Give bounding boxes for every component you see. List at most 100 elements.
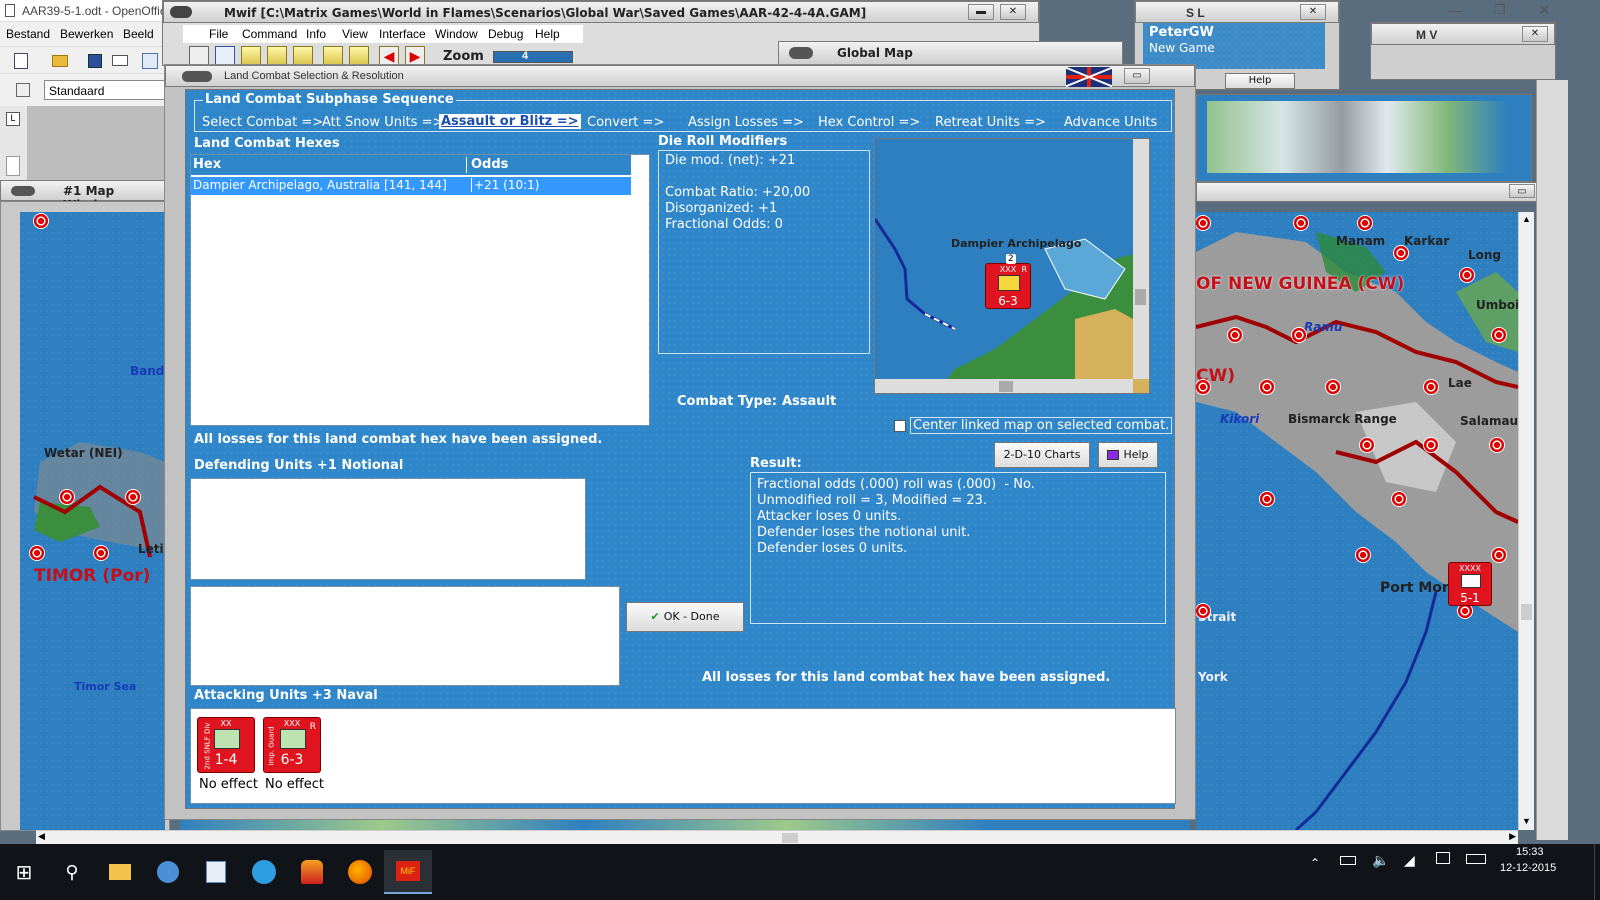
mwif-close-button[interactable]: ✕ [1000,4,1026,20]
menu-file[interactable]: File [209,27,228,41]
desktop-close-icon[interactable]: ✕ [1538,1,1551,19]
player-name: PeterGW [1149,25,1214,40]
table-row[interactable]: Dampier Archipelago, Australia [141, 144… [191,177,631,195]
menu-bewerken[interactable]: Bewerken [60,27,113,41]
hscroll-thumb[interactable] [782,833,798,843]
game-fire-icon[interactable] [288,850,336,894]
column-hex[interactable]: Hex [193,157,467,173]
clock-date[interactable]: 12-12-2015 [1500,862,1556,874]
paragraph-style-select[interactable]: Standaard [44,80,168,100]
step-assign-losses[interactable]: Assign Losses => [688,115,804,130]
wifi-icon[interactable]: ◢ [1404,852,1415,869]
mail-icon[interactable] [112,55,128,66]
open-folder-icon[interactable] [52,55,68,67]
desktop-restore-icon[interactable]: ❐ [1494,2,1506,18]
network-app-icon[interactable] [144,850,192,894]
desktop-minimize-icon[interactable]: — [1448,2,1462,18]
minimap-vscroll[interactable] [1133,139,1149,379]
menu-interface[interactable]: Interface [379,27,426,41]
attacker-2-flag: R [309,722,316,732]
step-select-combat[interactable]: Select Combat => [202,115,323,130]
menu-info[interactable]: Info [306,27,326,41]
losses-message: All losses for this land combat hex have… [194,432,603,447]
start-windows-icon[interactable]: ⊞ [0,850,48,894]
battery-icon[interactable] [1340,856,1356,865]
volume-icon[interactable]: 🔈 [1372,852,1389,869]
menu-window[interactable]: Window [435,27,478,41]
toolbar-circle-icon[interactable] [241,46,261,66]
firefox-icon[interactable] [336,850,384,894]
menu-command[interactable]: Command [242,27,297,41]
marine-symbol-icon [214,729,240,749]
mwif-minimize-button[interactable]: ▬ [968,4,994,20]
step-advance-units[interactable]: Advance Units [1064,115,1157,130]
step-convert[interactable]: Convert => [587,115,664,130]
overview-land [1207,101,1507,173]
column-odds[interactable]: Odds [471,157,508,172]
show-hidden-icons[interactable]: ⌃ [1310,856,1320,870]
sl-help-button[interactable]: Help [1225,73,1295,89]
notifications-icon[interactable] [1436,852,1450,864]
minimap-scroll-thumb[interactable] [1135,289,1146,305]
minimap-hscroll[interactable] [875,379,1133,393]
toolbar-grid-icon[interactable] [267,46,287,66]
global-map-titlebar[interactable]: Global Map [778,41,1123,65]
right-map-restore-button[interactable]: ▭ [1509,184,1535,198]
toolbar-page-icon[interactable] [293,46,313,66]
attacker-unit-1[interactable]: XX 2nd SNLF Div 1-4 [197,717,255,773]
horizontal-scrollbar[interactable]: ◀ ▶ [36,830,1518,844]
scroll-up-icon[interactable]: ▲ [1522,214,1531,224]
scroll-left-icon[interactable]: ◀ [38,831,45,842]
toolbar-bulb-icon[interactable] [323,46,343,66]
step-hex-control[interactable]: Hex Control => [818,115,920,130]
openoffice-writer-icon[interactable] [192,850,240,894]
map-label-band: Band [130,364,165,378]
scroll-right-icon[interactable]: ▶ [1509,831,1516,842]
minimap-hscroll-thumb[interactable] [999,381,1013,392]
help-button[interactable]: Help [1098,442,1158,468]
right-map-view[interactable]: Manam Karkar Long OF NEW GUINEA (CW) Umb… [1196,212,1526,830]
menu-beeld[interactable]: Beeld [123,27,154,41]
toolbar-arrow-left-icon[interactable]: ◀ [379,46,399,66]
clock-time[interactable]: 15:33 [1516,846,1544,858]
new-document-icon[interactable] [14,53,28,69]
tab-stop-selector[interactable]: L [6,112,20,126]
menu-help[interactable]: Help [535,27,560,41]
center-map-label[interactable]: Center linked map on selected combat. [910,417,1173,434]
dialog-restore-button[interactable]: ▭ [1124,68,1150,84]
search-icon[interactable]: ⚲ [48,850,96,894]
menu-view[interactable]: View [342,27,368,41]
ok-done-button[interactable]: ✔ OK - Done [626,602,744,632]
step-retreat-units[interactable]: Retreat Units => [935,115,1046,130]
attacker-unit-2[interactable]: XXX R Imp. Guard 6-3 [263,717,321,773]
file-explorer-icon[interactable] [96,850,144,894]
styles-icon[interactable] [16,83,30,97]
keyboard-icon[interactable] [1466,854,1486,864]
scroll-thumb[interactable] [1521,604,1532,620]
browser-bird-icon[interactable] [240,850,288,894]
show-desktop-button[interactable] [1594,844,1600,900]
center-map-checkbox[interactable] [894,420,906,432]
toolbar-text-icon[interactable] [215,46,235,66]
zoom-slider[interactable]: 4 [493,50,573,63]
edit-mode-icon[interactable] [142,53,158,69]
combat-minimap[interactable]: Dampier Archipelago XXX R 2 6-3 [874,138,1150,394]
menu-debug[interactable]: Debug [488,27,523,41]
map-label-wetar: Wetar (NEI) [44,446,123,460]
left-map-view[interactable]: Band Wetar (NEI) Leti TIMOR (Por) Timor … [20,212,165,830]
sl-close-button[interactable]: ✕ [1300,4,1326,20]
toolbar-plane-icon[interactable] [189,46,209,66]
right-map-vscroll[interactable]: ▲ ▼ [1518,212,1534,830]
step-assault-or-blitz[interactable]: Assault or Blitz => [439,114,581,129]
charts-button[interactable]: 2-D-10 Charts [994,442,1090,468]
scroll-down-icon[interactable]: ▼ [1522,816,1531,826]
mv-close-button[interactable]: ✕ [1522,26,1548,42]
toolbar-arrow-right-icon[interactable]: ▶ [405,46,425,66]
mwif-taskbar-icon[interactable]: MiF [384,850,432,894]
port-moresby-unit[interactable]: XXXX 5-1 [1448,562,1492,606]
step-att-snow-units[interactable]: Att Snow Units => [322,115,443,130]
minimap-unit-counter[interactable]: XXX R 2 6-3 [985,254,1031,309]
menu-bestand[interactable]: Bestand [6,27,50,41]
save-icon[interactable] [88,54,102,68]
toolbar-flag-icon[interactable] [349,46,369,66]
